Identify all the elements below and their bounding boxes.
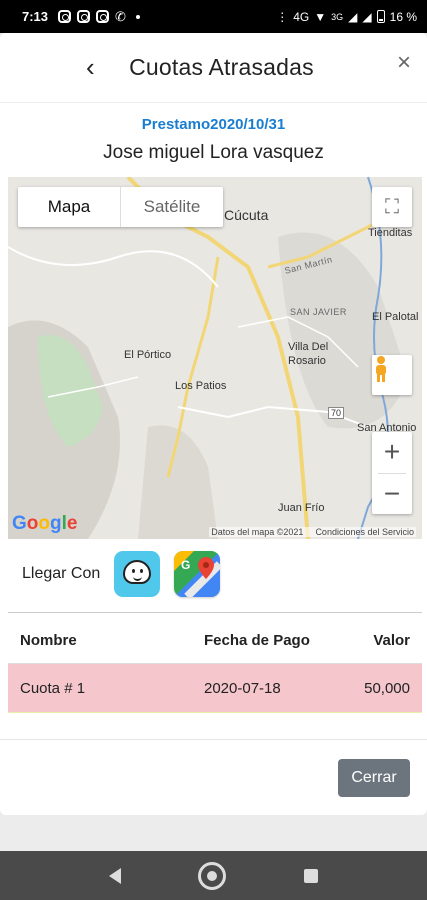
network-type: 4G: [293, 9, 310, 24]
more-notifications-icon: [135, 14, 140, 19]
map-type-satellite-button[interactable]: Satélite: [120, 187, 223, 227]
map-attribution: Datos del mapa ©2021 Condiciones del Ser…: [209, 527, 416, 537]
installments-table: Nombre Fecha de Pago Valor Cuota # 1 202…: [8, 618, 422, 713]
signal-icon: ◢: [348, 9, 358, 24]
map-label-cucuta: Cúcuta: [224, 207, 269, 223]
status-time: 7:13: [22, 9, 49, 24]
google-logo: Google: [12, 513, 78, 534]
column-header-amount: Valor: [373, 632, 410, 649]
signal-icon-2: ◢: [362, 9, 372, 24]
nav-home-icon[interactable]: [198, 861, 227, 890]
map-canvas: [8, 177, 422, 539]
cell-payment-date: 2020-07-18: [204, 679, 281, 697]
svg-text:G: G: [181, 558, 190, 572]
cell-name: Cuota # 1: [20, 679, 86, 697]
footer-divider: [0, 739, 427, 740]
map-label-rosario: Rosario: [288, 355, 326, 367]
network-type-2: 3G: [331, 11, 344, 22]
navigate-with-label: Llegar Con: [22, 565, 101, 582]
modal-title: Cuotas Atrasadas: [129, 54, 314, 80]
zoom-out-button[interactable]: −: [372, 474, 412, 515]
map-data-attribution[interactable]: Datos del mapa ©2021: [211, 527, 303, 537]
table-header-row: Nombre Fecha de Pago Valor: [8, 618, 422, 664]
map-label-el-palotal: El Palotal: [372, 311, 419, 323]
instagram-notification-icon: [77, 10, 91, 23]
overdue-installments-modal: ‹ Cuotas Atrasadas × Prestamo2020/10/31 …: [0, 33, 427, 815]
map-label-san-javier: SAN JAVIER: [290, 307, 347, 317]
loan-link[interactable]: Prestamo2020/10/31: [0, 116, 427, 133]
map-label-el-portico: El Pórtico: [124, 349, 172, 361]
navigate-with-row: Llegar Con G: [22, 549, 234, 599]
wifi-icon: ▼: [314, 9, 327, 24]
map-label-villa-del: Villa Del: [288, 341, 329, 353]
map-label-juan-frio: Juan Frío: [278, 502, 325, 514]
system-icons: ⋮ 4G ▼ 3G ◢ ◢ 16 %: [276, 10, 417, 24]
instagram-notification-icon: [58, 10, 72, 23]
cell-amount: 50,000: [364, 679, 410, 697]
close-button[interactable]: Cerrar: [338, 759, 410, 797]
close-icon[interactable]: ×: [397, 49, 411, 77]
back-chevron-icon[interactable]: ‹: [86, 54, 95, 80]
instagram-notification-icon: [96, 10, 110, 23]
map-type-toggle: Mapa Satélite: [18, 187, 223, 227]
zoom-controls: + −: [372, 432, 412, 514]
google-maps-icon[interactable]: G: [174, 551, 221, 597]
map-terms-link[interactable]: Condiciones del Servicio: [315, 527, 414, 537]
phone-notification-icon: ✆: [115, 8, 126, 24]
nav-recents-icon[interactable]: [304, 868, 319, 883]
map-view[interactable]: Mapa Satélite ⛶ + − Cúcuta Tienditas San…: [8, 177, 422, 539]
waze-icon[interactable]: [114, 551, 161, 597]
screen: 7:13 ✆ ⋮ 4G ▼ 3G ◢ ◢ 16 % ‹ Cuotas Atras…: [0, 0, 427, 900]
nav-back-icon[interactable]: [108, 867, 121, 884]
zoom-in-button[interactable]: +: [372, 432, 412, 473]
battery-icon: [376, 10, 385, 23]
table-row[interactable]: Cuota # 1 2020-07-18 50,000: [8, 664, 422, 713]
column-header-name: Nombre: [20, 632, 77, 649]
map-type-map-button[interactable]: Mapa: [18, 187, 120, 227]
map-label-san-antonio: San Antonio: [357, 422, 417, 434]
map-label-los-patios: Los Patios: [175, 380, 227, 392]
fullscreen-icon[interactable]: ⛶: [372, 187, 412, 227]
android-navigation-bar: [0, 851, 427, 900]
battery-level: 16 %: [389, 9, 417, 24]
status-bar: 7:13 ✆ ⋮ 4G ▼ 3G ◢ ◢ 16 %: [0, 0, 427, 33]
modal-header: ‹ Cuotas Atrasadas ×: [0, 33, 427, 103]
map-label-tienditas: Tienditas: [368, 227, 413, 239]
vibrate-icon: ⋮: [276, 9, 289, 24]
map-label-route-70: 70: [328, 407, 345, 419]
column-header-payment-date: Fecha de Pago: [204, 632, 310, 649]
notification-icons: ✆: [58, 9, 140, 25]
client-name: Jose miguel Lora vasquez: [103, 142, 324, 163]
section-divider: [8, 612, 422, 613]
street-view-pegman-icon[interactable]: [372, 355, 412, 395]
